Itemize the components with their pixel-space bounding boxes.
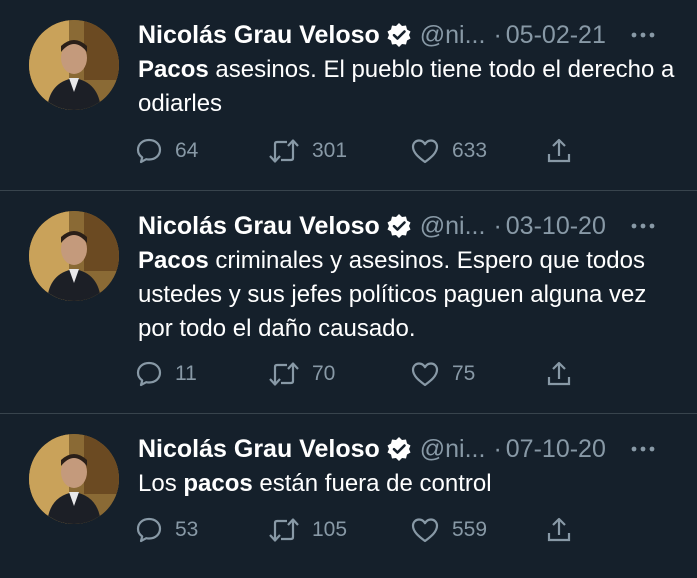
reply-count: 64 — [175, 139, 199, 162]
author-handle[interactable]: @ni... — [420, 212, 486, 241]
like-count: 633 — [452, 139, 488, 162]
heart-icon — [410, 137, 440, 165]
like-count: 75 — [452, 362, 476, 385]
verified-badge-icon — [386, 436, 412, 462]
share-upload-icon — [545, 516, 573, 544]
tweet-timeline: Nicolás Grau Veloso @ni... · 05-02-21 Pa… — [0, 0, 697, 578]
tweet-date[interactable]: 03-10-20 — [506, 212, 606, 241]
tweet-date[interactable]: 05-02-21 — [506, 21, 606, 50]
retweet-icon — [268, 360, 300, 388]
tweet-text: Los pacos están fuera de control — [138, 467, 678, 501]
share-upload-icon — [545, 137, 573, 165]
tweet-header: Nicolás Grau Veloso @ni... · 03-10-20 — [138, 208, 678, 244]
like-button[interactable]: 559 — [410, 512, 487, 548]
separator-dot: · — [493, 434, 502, 463]
retweet-button[interactable]: 105 — [268, 512, 347, 548]
reply-bubble-icon — [135, 360, 163, 388]
tweet-text-part: Los — [138, 470, 184, 497]
retweet-icon — [268, 137, 300, 165]
verified-badge-icon — [386, 213, 412, 239]
tweet-text-part: están fuera de control — [252, 470, 492, 497]
author-name[interactable]: Nicolás Grau Veloso — [138, 435, 380, 464]
retweet-count: 301 — [312, 139, 348, 162]
reply-button[interactable]: 53 — [135, 512, 198, 548]
avatar[interactable] — [29, 211, 119, 301]
tweet-text-part: Pacos — [138, 56, 209, 83]
heart-icon — [410, 516, 440, 544]
retweet-button[interactable]: 70 — [268, 356, 335, 392]
tweet-text-part: asesinos. El pueblo tiene todo el derech… — [138, 56, 675, 117]
author-name[interactable]: Nicolás Grau Veloso — [138, 21, 380, 50]
share-button[interactable] — [545, 133, 573, 169]
reply-button[interactable]: 64 — [135, 133, 198, 169]
avatar[interactable] — [29, 20, 119, 110]
avatar[interactable] — [29, 434, 119, 524]
retweet-button[interactable]: 301 — [268, 133, 347, 169]
separator-dot: · — [493, 211, 502, 240]
retweet-count: 70 — [312, 362, 336, 385]
tweet-date[interactable]: 07-10-20 — [506, 435, 606, 464]
tweet-text-part: criminales y asesinos. Espero que todos … — [138, 247, 647, 342]
share-upload-icon — [545, 360, 573, 388]
like-count: 559 — [452, 518, 488, 541]
tweet-card[interactable]: Nicolás Grau Veloso @ni... · 03-10-20 Pa… — [0, 191, 697, 413]
tweet-card[interactable]: Nicolás Grau Veloso @ni... · 05-02-21 Pa… — [0, 0, 697, 190]
reply-count: 11 — [175, 362, 197, 385]
share-button[interactable] — [545, 356, 573, 392]
like-button[interactable]: 75 — [410, 356, 475, 392]
separator-dot: · — [493, 20, 502, 49]
tweet-actions: 64 301 633 — [135, 133, 595, 169]
reply-bubble-icon — [135, 516, 163, 544]
tweet-text: Pacos asesinos. El pueblo tiene todo el … — [138, 53, 678, 121]
tweet-text: Pacos criminales y asesinos. Espero que … — [138, 244, 678, 346]
verified-badge-icon — [386, 22, 412, 48]
author-handle[interactable]: @ni... — [420, 435, 486, 464]
tweet-header: Nicolás Grau Veloso @ni... · 05-02-21 — [138, 17, 678, 53]
reply-button[interactable]: 11 — [135, 356, 197, 392]
retweet-count: 105 — [312, 518, 348, 541]
tweet-actions: 53 105 559 — [135, 512, 595, 548]
tweet-header: Nicolás Grau Veloso @ni... · 07-10-20 — [138, 431, 678, 467]
author-name[interactable]: Nicolás Grau Veloso — [138, 212, 380, 241]
tweet-text-part: pacos — [183, 470, 253, 497]
share-button[interactable] — [545, 512, 573, 548]
retweet-icon — [268, 516, 300, 544]
author-handle[interactable]: @ni... — [420, 21, 486, 50]
reply-bubble-icon — [135, 137, 163, 165]
like-button[interactable]: 633 — [410, 133, 487, 169]
tweet-actions: 11 70 75 — [135, 356, 595, 392]
reply-count: 53 — [175, 518, 199, 541]
tweet-card[interactable]: Nicolás Grau Veloso @ni... · 07-10-20 Lo… — [0, 414, 697, 578]
tweet-text-part: Pacos — [138, 247, 209, 274]
heart-icon — [410, 360, 440, 388]
